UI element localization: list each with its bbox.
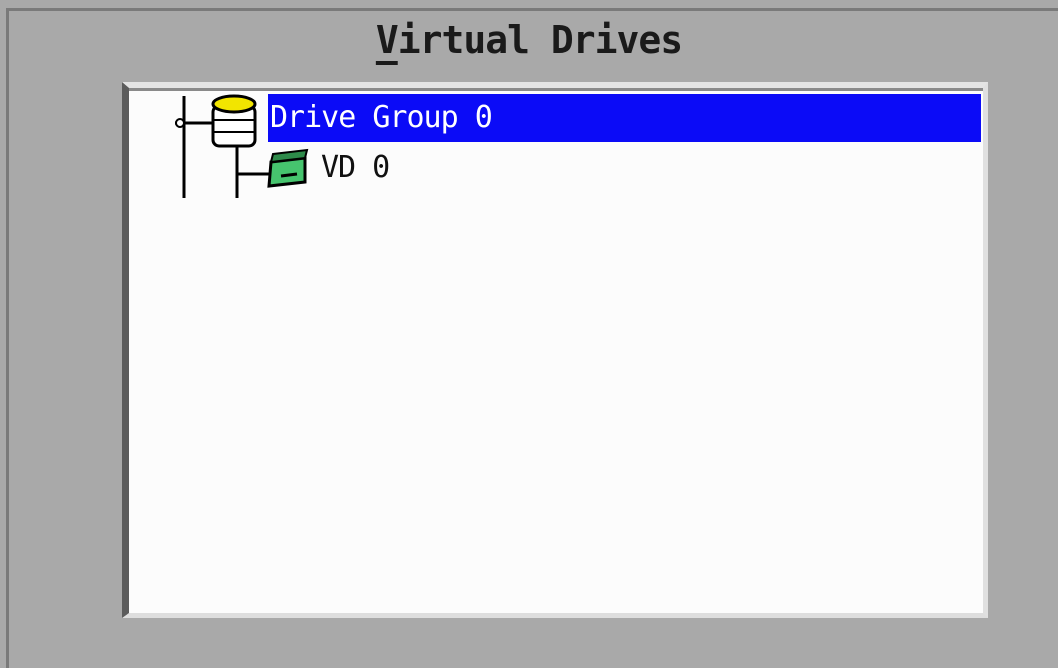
panel-shadow: [129, 88, 983, 91]
tree-expand-node[interactable]: [175, 118, 185, 128]
virtual-drive-icon: [267, 148, 309, 188]
virtual-drives-screen: Virtual Drives Drive Group 0 VD 0: [0, 0, 1058, 668]
virtual-drives-tree[interactable]: Drive Group 0 VD 0: [122, 82, 988, 618]
title-text: irtual Drives: [397, 18, 683, 62]
page-title: Virtual Drives: [0, 16, 1058, 64]
tree-node-drive-group-0[interactable]: Drive Group 0: [268, 94, 981, 142]
tree-node-vd-0[interactable]: VD 0: [321, 144, 390, 192]
drive-group-icon: [211, 94, 257, 148]
title-hotkey: V: [375, 18, 399, 62]
